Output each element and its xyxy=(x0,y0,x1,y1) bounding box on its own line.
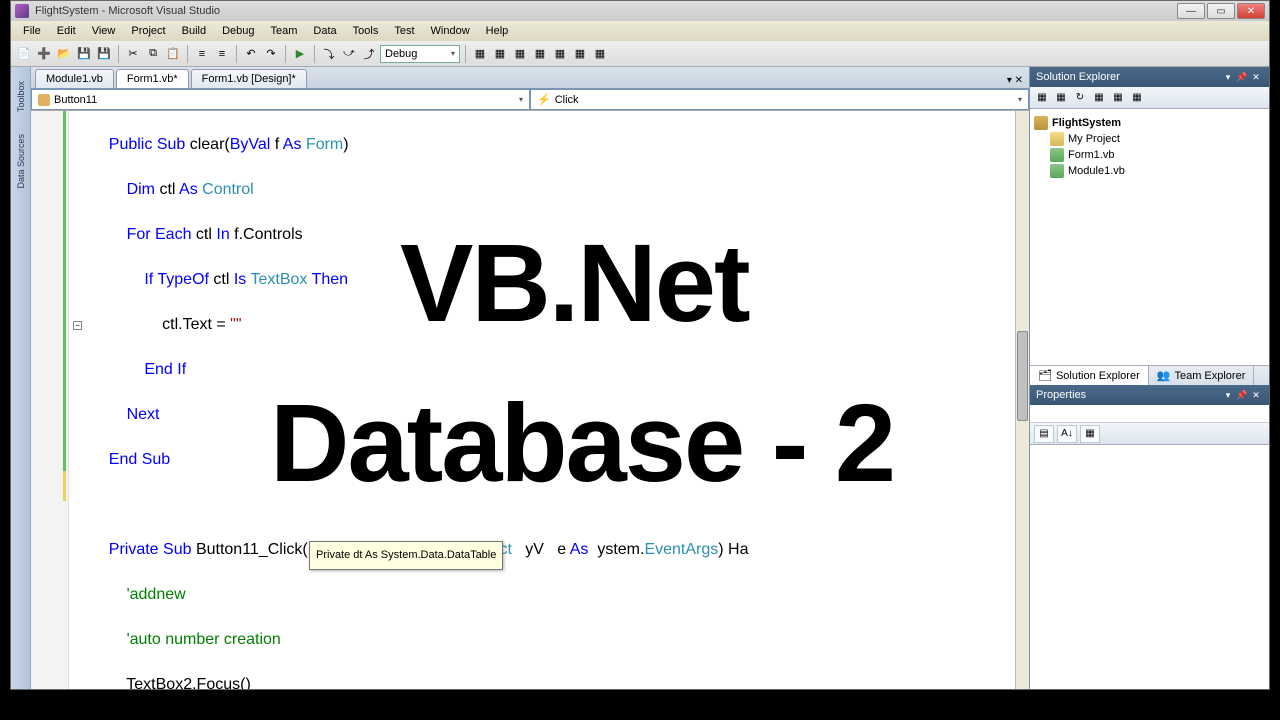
menu-help[interactable]: Help xyxy=(478,23,517,39)
code-editor[interactable]: − Public Sub clear(ByVal f As Form) Dim … xyxy=(31,111,1029,689)
menu-tools[interactable]: Tools xyxy=(345,23,387,39)
toolbar: 📄 ➕ 📂 💾 💾 ✂ ⧉ 📋 ≡ ≡ ↶ ↷ ▶ ⤵ ⤻ ⤴ Debug ▦ … xyxy=(11,41,1269,67)
props-dropdown-icon[interactable]: ▾ xyxy=(1221,388,1235,402)
se-code-icon[interactable]: ▦ xyxy=(1129,90,1145,106)
solution-tree[interactable]: FlightSystem My Project Form1.vb Module1… xyxy=(1030,109,1269,365)
method-nav-combo[interactable]: ⚡Click xyxy=(530,89,1029,110)
vs-logo-icon xyxy=(15,4,29,18)
document-tabs: Module1.vb Form1.vb* Form1.vb [Design]* … xyxy=(31,67,1029,89)
se-showall-icon[interactable]: ▦ xyxy=(1091,90,1107,106)
menu-view[interactable]: View xyxy=(84,23,124,39)
solution-toolbar: ▦ ▦ ↻ ▦ ▦ ▦ xyxy=(1030,87,1269,109)
properties-title: Properties ▾ 📌 ✕ xyxy=(1030,385,1269,405)
menu-file[interactable]: File xyxy=(15,23,49,39)
left-tool-strip: Toolbox Data Sources xyxy=(11,67,31,689)
se-props-icon[interactable]: ▦ xyxy=(1110,90,1126,106)
tab-form1-code[interactable]: Form1.vb* xyxy=(116,69,189,88)
new-project-icon[interactable]: 📄 xyxy=(15,45,33,63)
btab-team-explorer[interactable]: 👥Team Explorer xyxy=(1149,366,1255,385)
titlebar: FlightSystem - Microsoft Visual Studio —… xyxy=(11,1,1269,21)
menu-test[interactable]: Test xyxy=(386,23,422,39)
copy-icon[interactable]: ⧉ xyxy=(144,45,162,63)
class-nav-combo[interactable]: Button11 xyxy=(31,89,530,110)
editor-gutter: − xyxy=(31,111,69,689)
tb-icon-5[interactable]: ▦ xyxy=(551,45,569,63)
tb-icon-2[interactable]: ▦ xyxy=(491,45,509,63)
se-refresh-icon[interactable]: ↻ xyxy=(1072,90,1088,106)
properties-toolbar: ▤ A↓ ▦ xyxy=(1030,423,1269,445)
config-combo[interactable]: Debug xyxy=(380,45,460,63)
solution-explorer-title: Solution Explorer ▾ 📌 ✕ xyxy=(1030,67,1269,87)
props-close-icon[interactable]: ✕ xyxy=(1249,388,1263,402)
undo-icon[interactable]: ↶ xyxy=(242,45,260,63)
maximize-button[interactable]: ▭ xyxy=(1207,3,1235,19)
menu-window[interactable]: Window xyxy=(423,23,478,39)
step-out-icon[interactable]: ⤴ xyxy=(360,45,378,63)
panel-dropdown-icon[interactable]: ▾ xyxy=(1221,70,1235,84)
btab-solution-explorer[interactable]: 🗂Solution Explorer xyxy=(1030,366,1149,385)
start-debug-icon[interactable]: ▶ xyxy=(291,45,309,63)
intellisense-tooltip: Private dt As System.Data.DataTable xyxy=(309,541,503,570)
menu-data[interactable]: Data xyxy=(305,23,344,39)
menubar: File Edit View Project Build Debug Team … xyxy=(11,21,1269,41)
menu-team[interactable]: Team xyxy=(263,23,306,39)
uncomment-icon[interactable]: ≡ xyxy=(213,45,231,63)
paste-icon[interactable]: 📋 xyxy=(164,45,182,63)
window-title: FlightSystem - Microsoft Visual Studio xyxy=(35,5,220,17)
open-icon[interactable]: 📂 xyxy=(55,45,73,63)
minimize-button[interactable]: — xyxy=(1177,3,1205,19)
panel-close-icon[interactable]: ✕ xyxy=(1249,70,1263,84)
props-object-combo[interactable] xyxy=(1030,405,1269,423)
menu-project[interactable]: Project xyxy=(123,23,173,39)
redo-icon[interactable]: ↷ xyxy=(262,45,280,63)
code-nav-bar: Button11 ⚡Click xyxy=(31,89,1029,111)
data-sources-tab[interactable]: Data Sources xyxy=(14,128,28,195)
tb-icon-6[interactable]: ▦ xyxy=(571,45,589,63)
add-item-icon[interactable]: ➕ xyxy=(35,45,53,63)
menu-debug[interactable]: Debug xyxy=(214,23,262,39)
main-area: Toolbox Data Sources Module1.vb Form1.vb… xyxy=(11,67,1269,689)
panel-pin-icon[interactable]: 📌 xyxy=(1235,70,1249,84)
tree-item-module1[interactable]: Module1.vb xyxy=(1034,163,1265,179)
collapse-icon[interactable]: − xyxy=(73,321,82,330)
tb-icon-4[interactable]: ▦ xyxy=(531,45,549,63)
menu-edit[interactable]: Edit xyxy=(49,23,84,39)
step-into-icon[interactable]: ⤵ xyxy=(320,45,338,63)
cut-icon[interactable]: ✂ xyxy=(124,45,142,63)
tb-icon-7[interactable]: ▦ xyxy=(591,45,609,63)
comment-icon[interactable]: ≡ xyxy=(193,45,211,63)
tree-project[interactable]: FlightSystem xyxy=(1034,115,1265,131)
props-cat-icon[interactable]: ▤ xyxy=(1034,425,1054,443)
tree-item-myproject[interactable]: My Project xyxy=(1034,131,1265,147)
se-icon-2[interactable]: ▦ xyxy=(1053,90,1069,106)
vs-main-window: FlightSystem - Microsoft Visual Studio —… xyxy=(10,0,1270,690)
properties-grid[interactable] xyxy=(1030,445,1269,689)
editor-column: Module1.vb Form1.vb* Form1.vb [Design]* … xyxy=(31,67,1029,689)
tab-module1[interactable]: Module1.vb xyxy=(35,69,114,88)
tab-form1-design[interactable]: Form1.vb [Design]* xyxy=(191,69,307,88)
save-icon[interactable]: 💾 xyxy=(75,45,93,63)
se-icon-1[interactable]: ▦ xyxy=(1034,90,1050,106)
right-panels: Solution Explorer ▾ 📌 ✕ ▦ ▦ ↻ ▦ ▦ ▦ Flig… xyxy=(1029,67,1269,689)
vertical-scrollbar[interactable] xyxy=(1015,111,1029,689)
props-pin-icon[interactable]: 📌 xyxy=(1235,388,1249,402)
tb-icon-3[interactable]: ▦ xyxy=(511,45,529,63)
save-all-icon[interactable]: 💾 xyxy=(95,45,113,63)
scrollbar-thumb[interactable] xyxy=(1017,331,1028,421)
tree-item-form1[interactable]: Form1.vb xyxy=(1034,147,1265,163)
step-over-icon[interactable]: ⤻ xyxy=(340,45,358,63)
toolbox-tab[interactable]: Toolbox xyxy=(14,75,28,118)
props-pages-icon[interactable]: ▦ xyxy=(1080,425,1100,443)
tb-icon-1[interactable]: ▦ xyxy=(471,45,489,63)
code-content: Public Sub clear(ByVal f As Form) Dim ct… xyxy=(91,111,1017,689)
menu-build[interactable]: Build xyxy=(174,23,214,39)
props-az-icon[interactable]: A↓ xyxy=(1057,425,1077,443)
tab-overflow-icon[interactable]: ▾ ✕ xyxy=(1001,73,1029,88)
solution-bottom-tabs: 🗂Solution Explorer 👥Team Explorer xyxy=(1030,365,1269,385)
close-button[interactable]: ✕ xyxy=(1237,3,1265,19)
